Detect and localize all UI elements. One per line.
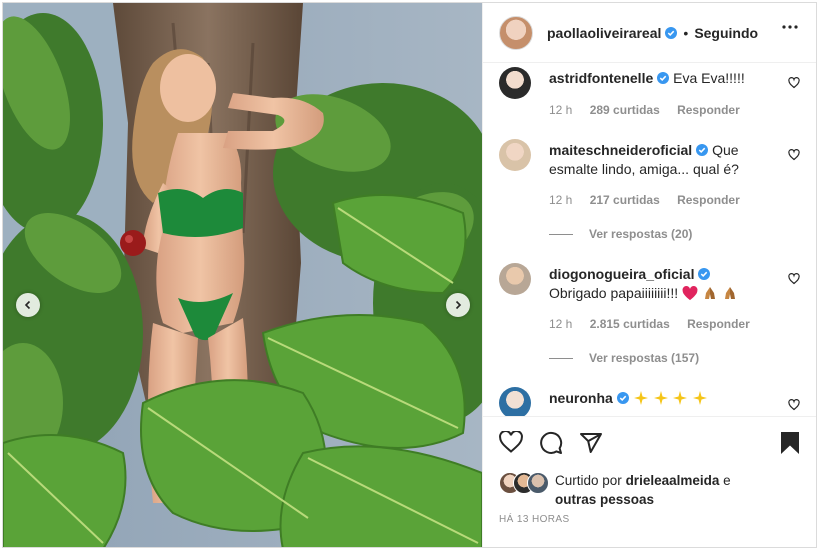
post-timestamp[interactable]: HÁ 13 HORAS xyxy=(499,514,570,525)
liked-by-conj: e xyxy=(723,473,731,488)
comment-likes[interactable]: 289 curtidas xyxy=(590,103,660,117)
heart-icon[interactable] xyxy=(788,149,800,161)
sparkles-emoji-icon xyxy=(633,391,648,405)
comment-icon[interactable] xyxy=(539,431,563,455)
separator-dot: • xyxy=(683,24,689,41)
commenter-avatar[interactable] xyxy=(499,263,531,295)
comment-meta: 12 h 217 curtidas Responder xyxy=(549,193,754,207)
praying-hands-emoji-icon xyxy=(724,287,735,299)
comment-item: neuronha xyxy=(499,387,800,416)
post-side-panel: paollaoliveirareal • Seguindo astridfont… xyxy=(482,3,816,547)
comment-time: 12 h xyxy=(549,193,573,207)
comment-text: Obrigado papaiiiiiiii!!! xyxy=(549,285,679,301)
bookmark-icon[interactable] xyxy=(780,431,800,455)
view-replies-label: Ver respostas (157) xyxy=(589,351,700,365)
view-replies-label: Ver respostas (20) xyxy=(589,227,693,241)
verified-badge-icon xyxy=(665,26,678,39)
post-actions-section: Curtido por drieleaalmeida e outras pess… xyxy=(483,416,816,547)
more-options-icon[interactable] xyxy=(782,25,798,29)
follow-status-button[interactable]: Seguindo xyxy=(694,25,758,41)
chevron-right-icon xyxy=(455,300,462,310)
red-heart-emoji-icon xyxy=(682,286,698,301)
photo-illustration xyxy=(3,3,482,547)
liked-by-prefix: Curtido por xyxy=(555,473,622,488)
replies-divider xyxy=(549,233,573,235)
verified-badge-icon xyxy=(698,268,711,280)
view-replies-button[interactable]: Ver respostas (20) xyxy=(549,227,692,241)
reply-button[interactable]: Responder xyxy=(677,193,740,207)
comment-likes[interactable]: 217 curtidas xyxy=(590,193,660,207)
commenter-avatar[interactable] xyxy=(499,139,531,171)
heart-icon[interactable] xyxy=(788,399,800,411)
comment-body: maiteschneideroficial Que esmalte lindo,… xyxy=(549,141,770,179)
author-avatar[interactable] xyxy=(499,15,533,50)
sparkles-emoji-icon xyxy=(653,391,668,405)
reply-button[interactable]: Responder xyxy=(677,103,740,117)
comment-time: 12 h xyxy=(549,317,573,331)
commenter-avatar[interactable] xyxy=(499,387,531,416)
comment-likes[interactable]: 2.815 curtidas xyxy=(590,317,670,331)
liker-avatars xyxy=(499,472,551,494)
comment-item: astridfontenelle Eva Eva!!!!! 12 h 289 c… xyxy=(499,67,800,127)
next-image-button[interactable] xyxy=(446,293,470,317)
heart-icon[interactable] xyxy=(499,431,523,453)
comment-meta: 12 h 2.815 curtidas Responder xyxy=(549,317,764,331)
comment-item: maiteschneideroficial Que esmalte lindo,… xyxy=(499,139,800,249)
post-header: paollaoliveirareal • Seguindo xyxy=(483,3,816,63)
post-photo[interactable] xyxy=(3,3,482,547)
commenter-username[interactable]: diogonogueira_oficial xyxy=(549,266,694,282)
sparkles-emoji-icon xyxy=(673,391,688,405)
verified-badge-icon xyxy=(616,392,629,404)
comment-time: 12 h xyxy=(549,103,573,117)
liker-avatar[interactable] xyxy=(527,472,549,494)
share-icon[interactable] xyxy=(579,431,603,455)
comment-body: diogonogueira_oficial Obrigado papaiiiii… xyxy=(549,265,770,303)
comment-body: neuronha xyxy=(549,389,770,408)
commenter-username[interactable]: maiteschneideroficial xyxy=(549,142,692,158)
sparkles-emoji-icon xyxy=(693,391,708,405)
commenter-username[interactable]: astridfontenelle xyxy=(549,70,653,86)
reply-button[interactable]: Responder xyxy=(687,317,750,331)
praying-hands-emoji-icon xyxy=(704,287,715,299)
commenter-username[interactable]: neuronha xyxy=(549,390,613,406)
liked-by-user[interactable]: drieleaalmeida xyxy=(626,473,720,488)
instagram-post: paollaoliveirareal • Seguindo astridfont… xyxy=(2,2,817,548)
view-replies-button[interactable]: Ver respostas (157) xyxy=(549,351,699,365)
comment-item: diogonogueira_oficial Obrigado papaiiiii… xyxy=(499,263,800,373)
liked-by-others[interactable]: outras pessoas xyxy=(555,492,654,507)
verified-badge-icon xyxy=(657,72,670,84)
liked-by-text: Curtido por drieleaalmeida e outras pess… xyxy=(555,471,745,509)
heart-icon[interactable] xyxy=(788,77,800,89)
comment-meta: 12 h 289 curtidas Responder xyxy=(549,103,754,117)
liked-by-row: Curtido por drieleaalmeida e outras pess… xyxy=(499,472,745,509)
heart-icon[interactable] xyxy=(788,273,800,285)
comment-text: Eva Eva!!!!! xyxy=(673,70,745,86)
chevron-left-icon xyxy=(24,300,31,310)
previous-image-button[interactable] xyxy=(16,293,40,317)
author-username[interactable]: paollaoliveirareal xyxy=(547,25,661,41)
comment-body: astridfontenelle Eva Eva!!!!! xyxy=(549,69,770,88)
comments-list[interactable]: astridfontenelle Eva Eva!!!!! 12 h 289 c… xyxy=(483,63,816,416)
verified-badge-icon xyxy=(696,144,709,156)
replies-divider xyxy=(549,357,573,359)
commenter-avatar[interactable] xyxy=(499,67,531,99)
